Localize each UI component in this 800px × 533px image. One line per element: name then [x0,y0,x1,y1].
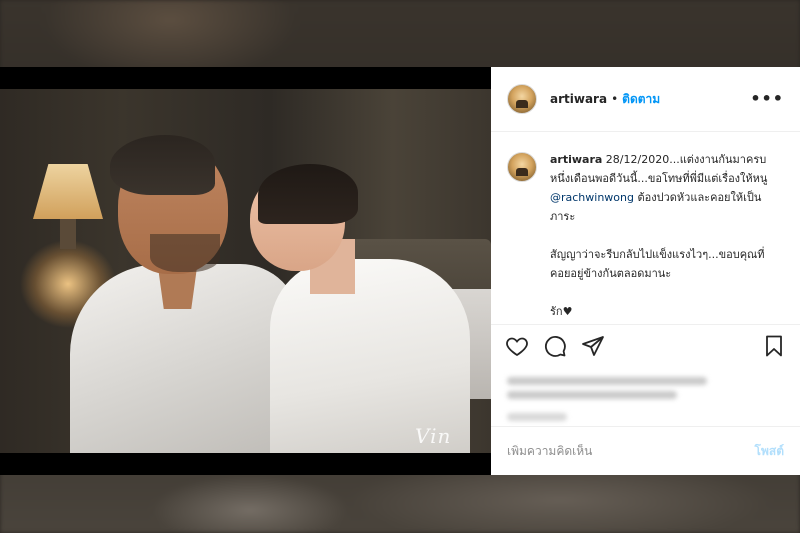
caption-area: artiwara 28/12/2020...แต่งงานกันมาครบหนึ… [491,132,800,325]
blurred-date [507,413,567,421]
share-icon[interactable] [581,334,605,358]
caption-text: artiwara 28/12/2020...แต่งงานกันมาครบหนึ… [550,150,784,324]
caption-username[interactable]: artiwara [550,153,602,166]
post-header: artiwara • ติดตาม ••• [491,67,800,132]
comment-bar: โพสต์ [491,426,800,475]
blurred-likes [507,377,707,385]
photo-signature: Vin [415,424,452,448]
follow-button[interactable]: ติดตาม [622,90,660,109]
man-beard [150,234,220,272]
action-bar [491,325,800,367]
caption-para2: สัญญาว่าจะรีบกลับไปแข็งแรงไวๆ...ขอบคุณที… [550,248,765,280]
header-username[interactable]: artiwara [550,92,607,106]
post-photo-frame: Vin [0,67,491,475]
post-panel: artiwara • ติดตาม ••• artiwara 28/12/202… [491,67,800,475]
bookmark-icon[interactable] [762,334,786,358]
lamp [33,164,103,219]
post-button[interactable]: โพสต์ [755,442,784,461]
heart-icon[interactable] [505,334,529,358]
header-separator: • [611,92,619,106]
blurred-likes-area [491,377,800,432]
lamp-base [60,219,76,249]
man-hair [110,135,215,195]
more-icon[interactable]: ••• [750,91,784,107]
caption-para3: รัก♥ [550,305,573,318]
mention-link[interactable]: @rachwinwong [550,191,634,204]
avatar[interactable] [507,84,537,114]
blurred-likes-2 [507,391,677,399]
woman-hair [258,164,358,224]
post-photo: Vin [0,89,491,453]
comment-icon[interactable] [543,334,567,358]
caption-avatar[interactable] [507,152,537,182]
comment-input[interactable] [507,444,755,458]
